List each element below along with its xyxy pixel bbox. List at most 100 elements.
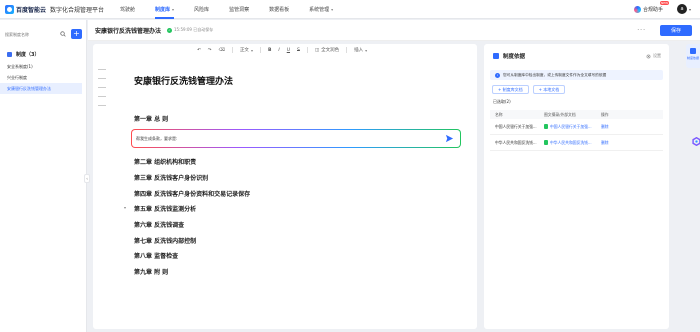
chevron-down-icon[interactable]: ▾ [689, 7, 691, 12]
outline-marker[interactable] [98, 69, 106, 70]
outline-marker[interactable] [98, 105, 106, 106]
insert-menu[interactable]: 插入 ▾ [354, 47, 368, 54]
nav-item-regulatory-insight[interactable]: 监管洞察 [229, 0, 249, 19]
toolbar-divider [346, 47, 348, 53]
chapter-heading[interactable]: 第四章 反洗钱客户身份资料和交易记录保存 [134, 189, 250, 198]
sidebar-item[interactable]: 兴业行制度 [0, 72, 82, 83]
nav-item-risk-library[interactable]: 风险库 [194, 0, 209, 19]
add-local-doc-button[interactable]: + 本地文档 [532, 85, 566, 94]
panel-header: 制度依据 设置 [493, 52, 669, 60]
row-source[interactable]: 中华人民共和国反洗钱... [544, 140, 594, 146]
row-name: 中华人民共和国反洗钱... [495, 139, 537, 145]
right-rail: 制度依据 [670, 44, 700, 329]
source-link[interactable]: 中华人民共和国反洗钱... [550, 140, 592, 146]
document-header: 安康银行反洗钱管理办法 ✓ 15:59:09 已自动保存 ··· 保存 [88, 20, 700, 41]
redo-icon[interactable]: ↷ [208, 48, 212, 53]
table-header: 名称 图文摘录/外部文档 操作 [490, 110, 663, 119]
document-icon [7, 52, 12, 57]
add-policy-button[interactable]: + [71, 29, 82, 39]
top-bar: 百度智能云 数字化合规管理平台 驾驶舱 制度库 ▾ 风险库 监管洞察 数据看板 系… [0, 0, 700, 19]
nav-item-label: 风险库 [194, 6, 210, 13]
clear-format-icon[interactable]: ⌫ [219, 48, 225, 53]
chapter-heading[interactable]: 第七章 反洗钱内部控制 [134, 236, 196, 245]
bold-button[interactable]: B [268, 48, 271, 53]
polish-button[interactable]: ◫ 全文润色 [314, 47, 339, 54]
outline-marker[interactable] [98, 78, 106, 79]
polish-icon: ◫ [314, 47, 320, 53]
gear-icon [646, 54, 651, 58]
ai-prompt-box[interactable] [131, 129, 461, 148]
settings-label: 设置 [653, 53, 661, 58]
chevron-down-icon[interactable]: ▾ [124, 205, 126, 210]
row-source[interactable]: 中国人民银行关于加强... [544, 124, 594, 130]
save-button[interactable]: 保存 [660, 24, 692, 36]
send-icon[interactable] [445, 134, 454, 143]
toolbar-divider [306, 47, 308, 53]
chapter-heading[interactable]: 第二章 组织机构和职责 [134, 157, 196, 166]
outline-marker[interactable] [98, 87, 106, 88]
strikethrough-button[interactable]: S [297, 48, 300, 53]
nav-item-label: 系统管理 [309, 6, 330, 13]
underline-button[interactable]: U [287, 48, 290, 53]
chapter-heading[interactable]: 第三章 反洗钱客户身份识别 [134, 173, 208, 182]
delete-button[interactable]: 删除 [594, 124, 634, 130]
document-heading[interactable]: 安康银行反洗钱管理办法 [134, 74, 233, 87]
info-banner: i 您可从制度库中检出制度，或上传制度文件作为全文填写的依据 [490, 70, 663, 80]
table-row: 中华人民共和国反洗钱... 中华人民共和国反洗钱... 删除 [490, 135, 663, 151]
settings-button[interactable]: 设置 [646, 53, 661, 59]
assistant-button[interactable]: 合规助手 NEW [643, 0, 670, 13]
add-library-doc-button[interactable]: + 制度库文档 [492, 85, 529, 94]
nav-item-system-admin[interactable]: 系统管理 ▾ [309, 0, 333, 19]
baidu-cloud-logo-icon [5, 4, 14, 14]
undo-icon[interactable]: ↶ [197, 48, 201, 53]
nav-item-label: 驾驶舱 [120, 6, 136, 13]
table-row: 中国人民银行关于加强... 中国人民银行关于加强... 删除 [490, 119, 663, 135]
policy-basis-panel: 制度依据 设置 i 您可从制度库中检出制度，或上传制度文件作为全文填写的依据 +… [484, 44, 669, 329]
ai-assistant-icon[interactable] [692, 137, 700, 146]
chevron-down-icon: ▾ [365, 47, 368, 53]
save-status: ✓ 15:59:09 已自动保存 [167, 27, 213, 33]
more-button[interactable]: ··· [637, 27, 646, 34]
basis-table: 名称 图文摘录/外部文档 操作 中国人民银行关于加强... 中国人民银行关于加强… [490, 110, 663, 151]
sidebar: + 制度（3） 安全系制度(1) 兴业行制度 安康银行反洗钱管理办法 [0, 20, 87, 332]
avatar[interactable]: a [676, 4, 687, 14]
chapter-heading[interactable]: 第九章 附 则 [134, 267, 168, 276]
nav-item-data-dashboard[interactable]: 数据看板 [269, 0, 289, 19]
chevron-down-icon: ▾ [250, 47, 253, 53]
column-header: 图文摘录/外部文档 [544, 111, 576, 117]
italic-button[interactable]: I [278, 48, 279, 53]
sidebar-item-active[interactable]: 安康银行反洗钱管理办法 [0, 83, 82, 94]
selected-count: 已选取(2) [493, 99, 511, 104]
outline-marker[interactable] [98, 96, 106, 97]
chapter-heading[interactable]: 第五章 反洗钱监测分析 [134, 204, 196, 213]
book-icon [690, 48, 696, 54]
paragraph-style-label: 正文 [239, 48, 249, 53]
top-right-actions: 合规助手 NEW a ▾ [633, 0, 691, 14]
toolbar-divider [259, 47, 261, 53]
search-icon[interactable] [60, 31, 66, 37]
nav-item-label: 监管洞察 [229, 6, 250, 13]
chevron-down-icon: ▾ [172, 6, 175, 12]
ai-prompt-input[interactable] [136, 136, 426, 141]
chapter-heading[interactable]: 第六章 反洗钱调查 [134, 220, 184, 229]
chapter-heading[interactable]: 第八章 监督检查 [134, 251, 178, 260]
paragraph-style-select[interactable]: 正文 ▾ [239, 47, 253, 54]
delete-button[interactable]: 删除 [594, 140, 634, 146]
file-icon [544, 140, 548, 145]
assistant-icon[interactable] [633, 5, 641, 13]
column-header: 操作 [601, 111, 609, 117]
file-icon [544, 124, 548, 129]
chapter-heading[interactable]: 第一章 总 则 [134, 114, 168, 123]
logo[interactable]: 百度智能云 数字化合规管理平台 [5, 4, 108, 14]
sidebar-collapse-handle[interactable]: ‹ [84, 174, 90, 183]
policy-group-header[interactable]: 制度（3） [7, 51, 86, 58]
sidebar-item[interactable]: 安全系制度(1) [0, 61, 82, 72]
search-input[interactable] [5, 31, 51, 37]
panel-actions: + 制度库文档 + 本地文档 [492, 85, 669, 94]
nav-item-policy-library[interactable]: 制度库 ▾ [155, 0, 175, 19]
policy-group-title: 制度（3） [16, 52, 40, 58]
rail-tab-policy-basis[interactable]: 制度依据 [686, 44, 700, 68]
source-link[interactable]: 中国人民银行关于加强... [550, 124, 592, 130]
nav-item-cockpit[interactable]: 驾驶舱 [120, 0, 135, 19]
rail-label: 制度依据 [686, 56, 699, 60]
